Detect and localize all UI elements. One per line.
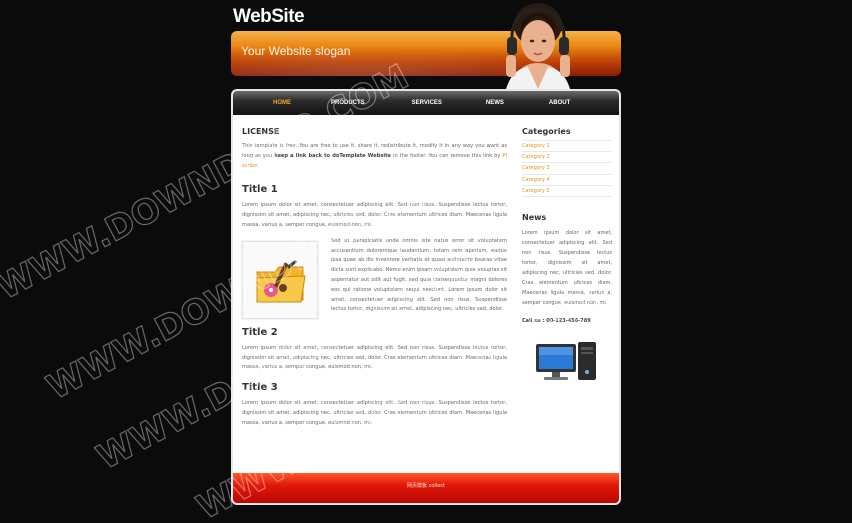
license-heading: LICENSE [242, 127, 280, 136]
page-container: HOME PRODUCTS SERVICES NEWS ABOUT LICENS… [231, 89, 621, 505]
top-navigation: HOME PRODUCTS SERVICES NEWS ABOUT [233, 91, 619, 115]
license-text: This template is free. You are free to u… [242, 142, 507, 171]
section-text-2: Lorem ipsum dolor sit amet, consectetuer… [242, 344, 507, 371]
news-heading: News [522, 213, 547, 223]
category-item[interactable]: Category 2 [522, 151, 612, 162]
section-text-3: Lorem ipsum dolor sit amet, consectetuer… [242, 400, 507, 426]
folder-music-icon [256, 259, 306, 303]
feature-row: Sed ut perspiciatis unde omnis iste natu… [242, 237, 507, 319]
banner-slogan: Your Website slogan [241, 44, 351, 58]
computer-icon [536, 342, 596, 381]
category-item[interactable]: Category 1 [522, 140, 612, 151]
feature-thumbnail [242, 240, 318, 319]
section-title-1: Title 1 [242, 184, 278, 196]
nav-item-about[interactable]: ABOUT [549, 91, 570, 115]
news-text: Lorem ipsum dolor sit amet, consectetuer… [522, 230, 612, 307]
footer-bar: 网页模板 collect [233, 473, 619, 503]
call-us-text: Call us : 00-123-456-789 [522, 318, 591, 325]
main-content: LICENSE This template is free. You are f… [242, 127, 507, 429]
nav-item-services[interactable]: SERVICES [412, 91, 442, 115]
category-item[interactable]: Category 5 [522, 184, 612, 198]
categories-heading: Categories [522, 127, 571, 136]
categories-list: Category 1 Category 2 Category 3 Categor… [522, 140, 612, 198]
license-text-part2: in the footer. You can remove this link … [391, 152, 503, 159]
nav-item-products[interactable]: PRODUCTS [331, 91, 365, 115]
feature-text: Sed ut perspiciatis unde omnis iste natu… [331, 237, 507, 313]
nav-item-news[interactable]: NEWS [486, 91, 504, 115]
footer-text: 网页模板 collect [407, 483, 445, 489]
site-title[interactable]: WebSite [233, 6, 305, 28]
category-item[interactable]: Category 3 [522, 162, 612, 173]
banner-person-image [506, 3, 570, 89]
section-title-3: Title 3 [242, 382, 278, 394]
section-text-1: Lorem ipsum dolor sit amet, consectetuer… [242, 202, 507, 228]
nav-item-home[interactable]: HOME [273, 91, 291, 115]
license-text-bold: keep a link back to doTemplate Website [274, 152, 392, 159]
sidebar: Categories Category 1 Category 2 Categor… [522, 127, 612, 388]
category-item[interactable]: Category 4 [522, 173, 612, 185]
section-title-2: Title 2 [242, 326, 278, 338]
